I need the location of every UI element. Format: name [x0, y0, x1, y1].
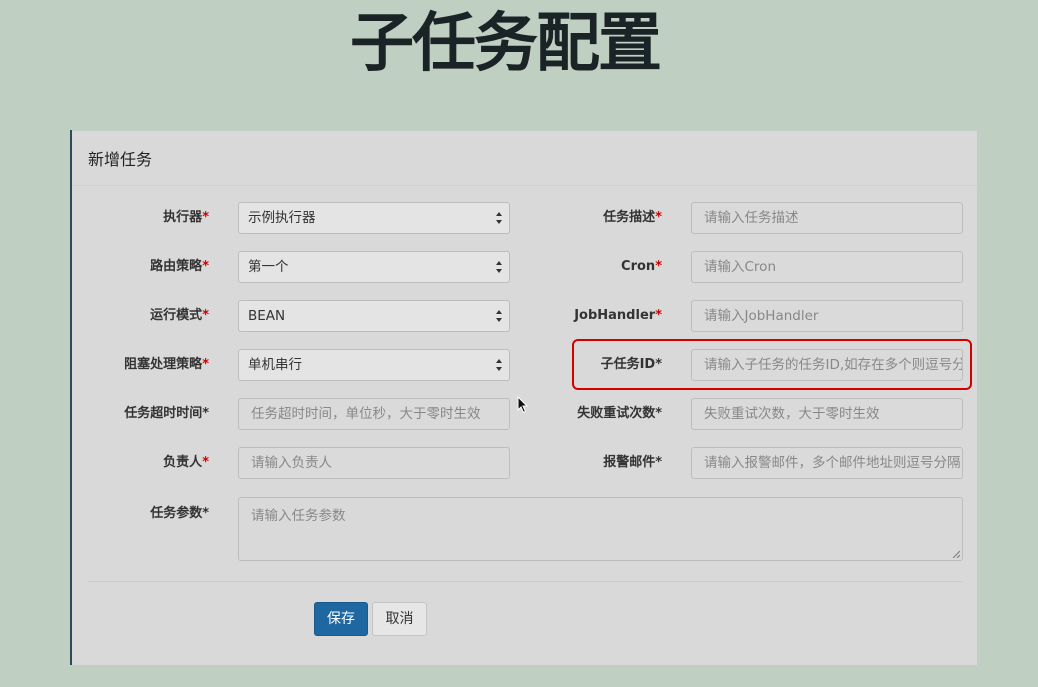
- executor-select[interactable]: 示例执行器: [238, 202, 510, 234]
- run-mode-label: 运行模式*: [150, 308, 209, 323]
- owner-input[interactable]: 请输入负责人: [238, 447, 510, 479]
- timeout-input[interactable]: 任务超时时间，单位秒，大于零时生效: [238, 398, 510, 430]
- params-placeholder: 请输入任务参数: [251, 508, 346, 524]
- block-strategy-label: 阻塞处理策略*: [124, 357, 209, 372]
- jobhandler-input[interactable]: 请输入JobHandler: [691, 300, 963, 332]
- child-task-highlight-box: [572, 339, 972, 390]
- mouse-cursor-icon: [517, 396, 529, 414]
- jobhandler-label: JobHandler*: [574, 308, 662, 323]
- retry-count-input[interactable]: 失败重试次数，大于零时生效: [691, 398, 963, 430]
- timeout-label: 任务超时时间*: [124, 406, 209, 421]
- owner-label: 负责人*: [163, 455, 209, 470]
- params-label: 任务参数*: [150, 506, 209, 521]
- save-button[interactable]: 保存: [314, 602, 368, 636]
- select-arrows-icon: [496, 359, 502, 371]
- cron-input[interactable]: 请输入Cron: [691, 251, 963, 283]
- route-strategy-select[interactable]: 第一个: [238, 251, 510, 283]
- block-strategy-select-value: 单机串行: [248, 357, 302, 373]
- run-mode-select[interactable]: BEAN: [238, 300, 510, 332]
- route-strategy-select-value: 第一个: [248, 259, 289, 275]
- executor-select-value: 示例执行器: [248, 210, 316, 226]
- modal-title: 新增任务: [88, 150, 153, 169]
- page-title: 子任务配置: [350, 7, 662, 81]
- task-desc-input[interactable]: 请输入任务描述: [691, 202, 963, 234]
- retry-count-label: 失败重试次数*: [577, 406, 662, 421]
- params-textarea[interactable]: 请输入任务参数: [238, 497, 963, 561]
- select-arrows-icon: [496, 212, 502, 224]
- task-desc-label: 任务描述*: [603, 210, 662, 225]
- route-strategy-label: 路由策略*: [150, 259, 209, 274]
- executor-label: 执行器*: [163, 210, 209, 225]
- select-arrows-icon: [496, 310, 502, 322]
- block-strategy-select[interactable]: 单机串行: [238, 349, 510, 381]
- run-mode-select-value: BEAN: [248, 308, 286, 324]
- footer-divider: [88, 581, 963, 582]
- cancel-button[interactable]: 取消: [372, 602, 427, 636]
- alarm-email-label: 报警邮件*: [603, 455, 662, 470]
- cron-label: Cron*: [621, 259, 662, 274]
- modal-header: 新增任务: [72, 131, 977, 186]
- resize-handle-icon[interactable]: [952, 550, 960, 558]
- alarm-email-input[interactable]: 请输入报警邮件，多个邮件地址则逗号分隔: [691, 447, 963, 479]
- select-arrows-icon: [496, 261, 502, 273]
